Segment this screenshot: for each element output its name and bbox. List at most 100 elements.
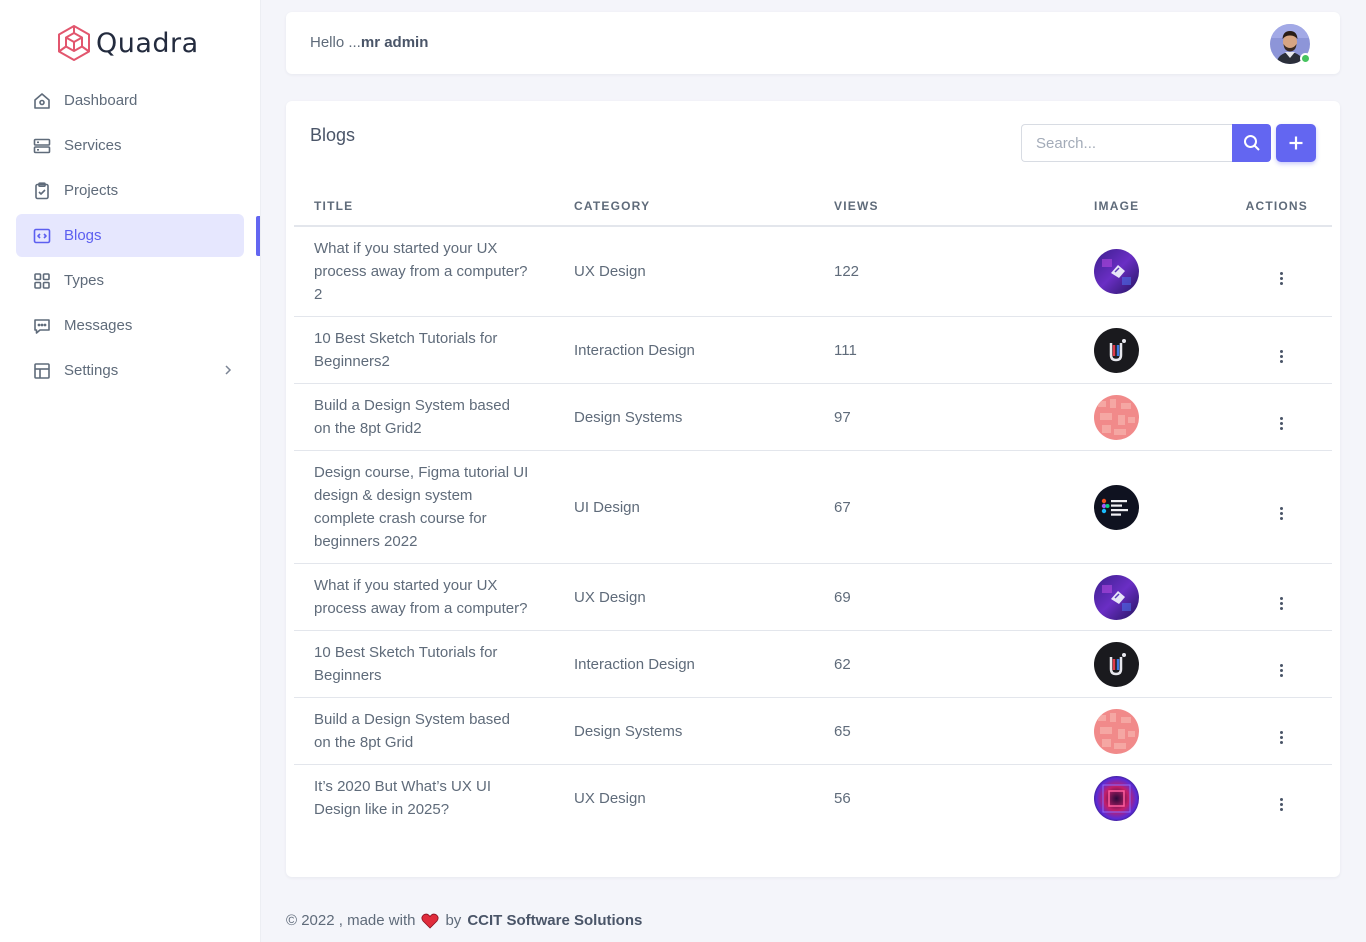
sidebar-item-label: Projects (64, 182, 119, 199)
more-actions-icon[interactable] (1280, 798, 1283, 811)
column-header-actions: Actions (1194, 187, 1332, 227)
plus-icon (1289, 136, 1303, 150)
blog-category: UI Design (554, 450, 814, 564)
blog-views: 97 (814, 383, 1074, 451)
greeting: Hello ...mr admin (310, 34, 428, 51)
table-row[interactable]: It’s 2020 But What’s UX UI Design like i… (294, 765, 1332, 832)
blog-title: Build a Design System based on the 8pt G… (314, 397, 510, 437)
more-actions-icon[interactable] (1280, 271, 1283, 285)
table-row[interactable]: Build a Design System based on the 8pt G… (294, 697, 1332, 765)
blog-thumbnail (1094, 775, 1139, 821)
search-icon (1243, 135, 1260, 151)
blog-category: Interaction Design (554, 316, 814, 384)
quadra-logo-icon (58, 25, 90, 61)
user-name: mr admin (360, 34, 429, 51)
table-row[interactable]: What if you started your UX process away… (294, 226, 1332, 317)
heart-icon (421, 913, 439, 929)
greeting-text: Hello ... (310, 34, 361, 51)
blog-thumbnail (1094, 394, 1139, 440)
column-header-image[interactable]: Image (1074, 187, 1194, 227)
search-bar (1021, 124, 1271, 162)
more-actions-icon[interactable] (1280, 350, 1283, 363)
sidebar-item-label: Settings (64, 362, 119, 379)
clipboard-icon (33, 181, 51, 200)
sidebar-item-label: Types (64, 272, 105, 289)
blog-title: What if you started your UX process away… (314, 240, 528, 303)
table-row[interactable]: Design course, Figma tutorial UI design … (294, 450, 1332, 564)
blog-category: UX Design (554, 226, 814, 317)
blog-thumbnail (1094, 641, 1139, 687)
footer-copyright: © 2022 , made with (286, 912, 416, 929)
sidebar-item-blogs[interactable]: Blogs (16, 214, 244, 257)
sidebar-item-label: Messages (64, 317, 133, 334)
sidebar-item-dashboard[interactable]: Dashboard (16, 79, 244, 122)
blog-title: What if you started your UX process away… (314, 577, 528, 617)
footer: © 2022 , made with by CCIT Software Solu… (286, 912, 642, 929)
blog-category: Design Systems (554, 383, 814, 451)
chevron-right-icon (224, 363, 232, 380)
column-header-title[interactable]: Title (294, 187, 554, 227)
grid-icon (33, 272, 51, 290)
table-row[interactable]: Build a Design System based on the 8pt G… (294, 383, 1332, 451)
sidebar-item-services[interactable]: Services (16, 124, 244, 167)
brand-logo[interactable]: Quadra (56, 22, 199, 64)
blog-views: 62 (814, 630, 1074, 698)
sidebar-item-label: Blogs (64, 227, 102, 244)
sidebar-item-projects[interactable]: Projects (16, 169, 244, 212)
search-button[interactable] (1232, 124, 1271, 162)
table-row[interactable]: 10 Best Sketch Tutorials for Beginners2 … (294, 316, 1332, 384)
blog-views: 122 (814, 226, 1074, 317)
brand-name: Quadra (96, 27, 199, 59)
avatar[interactable] (1270, 24, 1311, 64)
blog-category: Design Systems (554, 697, 814, 765)
sidebar: Quadra Dashboard Services Projects Blogs (0, 0, 260, 942)
blog-category: Interaction Design (554, 630, 814, 698)
sidebar-item-label: Dashboard (64, 92, 138, 109)
blog-views: 56 (834, 789, 851, 807)
more-actions-icon[interactable] (1280, 731, 1283, 744)
blog-thumbnail (1094, 484, 1139, 530)
blog-title: 10 Best Sketch Tutorials for Beginners2 (314, 330, 498, 370)
more-actions-icon[interactable] (1280, 597, 1283, 610)
table-row[interactable]: 10 Best Sketch Tutorials for Beginners I… (294, 630, 1332, 698)
blog-category: UX Design (574, 789, 646, 807)
blog-views: 67 (814, 450, 1074, 564)
blog-views: 69 (814, 563, 1074, 631)
layout-icon (33, 362, 51, 380)
blog-views: 65 (814, 697, 1074, 765)
blog-thumbnail (1094, 708, 1139, 754)
blogs-table: Title Category Views Image Actions What … (294, 187, 1332, 831)
footer-company-link[interactable]: CCIT Software Solutions (467, 912, 642, 929)
blog-thumbnail (1094, 574, 1139, 620)
code-window-icon (33, 227, 51, 245)
more-actions-icon[interactable] (1280, 664, 1283, 677)
sidebar-item-settings[interactable]: Settings (16, 349, 244, 392)
blog-title: 10 Best Sketch Tutorials for Beginners (314, 644, 498, 684)
sidebar-nav: Dashboard Services Projects Blogs Types (16, 79, 244, 394)
blog-category: UX Design (554, 563, 814, 631)
table-header-row: Title Category Views Image Actions (294, 187, 1332, 227)
search-input[interactable] (1021, 124, 1232, 162)
table-row[interactable]: What if you started your UX process away… (294, 563, 1332, 631)
sidebar-item-label: Services (64, 137, 122, 154)
more-actions-icon[interactable] (1280, 417, 1283, 430)
blog-thumbnail (1094, 327, 1139, 373)
message-icon (33, 317, 51, 335)
blog-title: Build a Design System based on the 8pt G… (314, 711, 510, 751)
sidebar-item-types[interactable]: Types (16, 259, 244, 302)
active-indicator (256, 216, 260, 256)
column-header-views[interactable]: Views (814, 187, 1074, 227)
page-title: Blogs (310, 125, 356, 145)
more-actions-icon[interactable] (1280, 507, 1283, 520)
footer-by: by (445, 912, 462, 929)
blog-views: 111 (814, 316, 1074, 384)
blog-title: Design course, Figma tutorial UI design … (314, 464, 529, 550)
sidebar-item-messages[interactable]: Messages (16, 304, 244, 347)
column-header-category[interactable]: Category (554, 187, 814, 227)
top-header: Hello ...mr admin (286, 12, 1340, 74)
add-blog-button[interactable] (1276, 124, 1316, 162)
blog-title: It’s 2020 But What’s UX UI Design like i… (314, 778, 492, 818)
blog-thumbnail (1094, 249, 1139, 294)
server-icon (33, 137, 51, 155)
home-icon (33, 92, 51, 110)
